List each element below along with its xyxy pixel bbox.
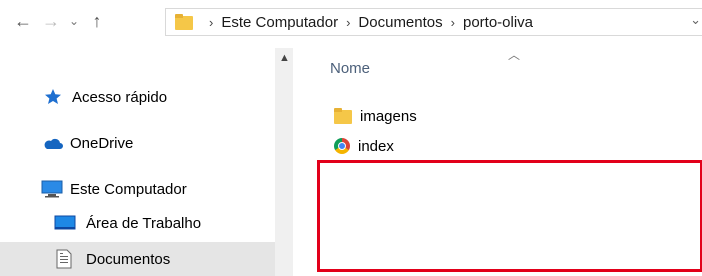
- scroll-up-arrow-icon[interactable]: ▲: [279, 52, 290, 64]
- cloud-icon: [44, 138, 63, 149]
- back-button[interactable]: ←: [12, 11, 34, 31]
- file-name: index: [358, 137, 394, 155]
- sidebar-item-este-computador[interactable]: Este Computador: [0, 172, 275, 206]
- navigation-pane: Acesso rápido OneDrive Este Computador Á…: [0, 48, 290, 276]
- forward-button[interactable]: →: [40, 11, 62, 31]
- file-row-imagens[interactable]: imagens: [334, 104, 417, 128]
- chevron-down-icon[interactable]: ⌄: [690, 12, 701, 28]
- file-name: imagens: [360, 107, 417, 125]
- sort-ascending-icon: ︿: [508, 48, 521, 62]
- breadcrumb-separator: ›: [450, 14, 455, 30]
- breadcrumb-separator: ›: [209, 14, 214, 30]
- folder-icon: [334, 108, 352, 124]
- breadcrumb-documentos[interactable]: Documentos: [358, 14, 442, 31]
- recent-locations-button[interactable]: ⌄: [64, 11, 84, 31]
- star-icon: [45, 89, 61, 104]
- sidebar-item-documentos[interactable]: Documentos: [0, 242, 275, 276]
- column-header-nome[interactable]: Nome: [330, 60, 370, 77]
- sidebar-item-label: OneDrive: [70, 134, 134, 152]
- computer-icon: [41, 180, 63, 198]
- file-row-index[interactable]: index: [334, 134, 394, 158]
- chrome-icon: [334, 138, 350, 154]
- sidebar-item-label: Este Computador: [70, 180, 187, 198]
- sidebar-scrollbar[interactable]: ▲: [275, 48, 293, 276]
- desktop-icon: [54, 215, 76, 230]
- sidebar-item-onedrive[interactable]: OneDrive: [0, 126, 275, 160]
- toolbar: ← → ⌄ ↑ › Este Computador › Documentos ›…: [0, 0, 702, 44]
- red-highlight-box: [317, 160, 702, 272]
- sidebar-item-acesso-rapido[interactable]: Acesso rápido: [0, 80, 275, 114]
- address-bar[interactable]: › Este Computador › Documentos › porto-o…: [165, 8, 702, 36]
- breadcrumb-separator: ›: [346, 14, 351, 30]
- sidebar-item-label: Área de Trabalho: [86, 214, 202, 232]
- sidebar-item-area-de-trabalho[interactable]: Área de Trabalho: [0, 206, 275, 240]
- up-button[interactable]: ↑: [84, 11, 110, 31]
- document-icon: [56, 249, 72, 269]
- folder-icon: [175, 14, 193, 30]
- sidebar-item-label: Acesso rápido: [72, 88, 168, 106]
- breadcrumb-porto-oliva[interactable]: porto-oliva: [463, 14, 533, 31]
- sidebar-item-label: Documentos: [86, 250, 171, 268]
- breadcrumb-este-computador[interactable]: Este Computador: [221, 14, 338, 31]
